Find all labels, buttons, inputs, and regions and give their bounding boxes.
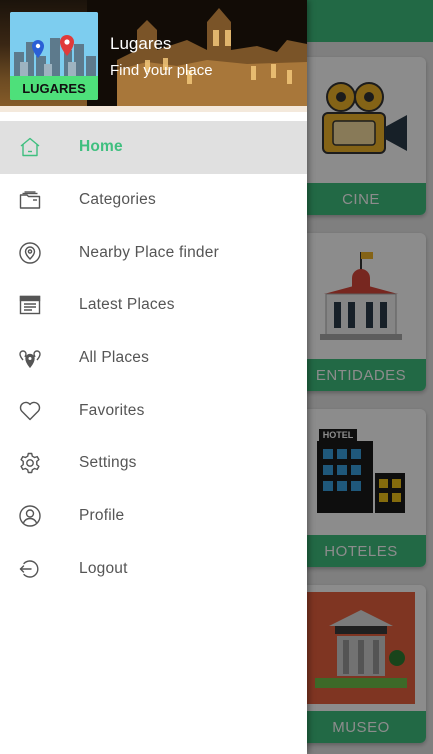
- menu-item-label: Nearby Place finder: [79, 243, 219, 261]
- app-name: Lugares: [110, 34, 172, 53]
- home-icon: [17, 134, 43, 160]
- drawer-header: LUGARES Lugares Find your place: [0, 0, 307, 112]
- menu-item-all-places[interactable]: All Places: [0, 332, 307, 385]
- menu-item-label: Latest Places: [79, 296, 175, 314]
- header-bottom-strip: [0, 106, 307, 112]
- location-pin-icon: [17, 240, 43, 266]
- drawer-menu: Home Categories Nearby Place finder Late…: [0, 121, 307, 595]
- menu-item-label: Settings: [79, 454, 137, 472]
- cathedral-night-image: [87, 0, 307, 112]
- menu-item-label: Profile: [79, 507, 125, 525]
- user-circle-icon: [17, 503, 43, 529]
- app-logo: LUGARES: [10, 12, 98, 100]
- folders-icon: [17, 187, 43, 213]
- menu-item-categories[interactable]: Categories: [0, 174, 307, 227]
- menu-item-label: All Places: [79, 349, 150, 367]
- logout-icon: [17, 556, 43, 582]
- calendar-icon: [17, 292, 43, 318]
- menu-item-label: Categories: [79, 191, 156, 209]
- gear-icon: [17, 450, 43, 476]
- navigation-drawer: LUGARES Lugares Find your place Home Cat…: [0, 0, 307, 754]
- menu-item-label: Home: [79, 138, 123, 156]
- app-tagline: Find your place: [110, 62, 213, 79]
- menu-item-label: Logout: [79, 559, 128, 577]
- menu-item-profile[interactable]: Profile: [0, 490, 307, 543]
- heart-icon: [17, 398, 43, 424]
- logo-label: LUGARES: [10, 76, 98, 100]
- multi-pin-icon: [17, 345, 43, 371]
- app-root: CINE ENTIDADES HOTEL HOTELES MUSEO LUGAR…: [0, 0, 433, 754]
- menu-item-home[interactable]: Home: [0, 121, 307, 174]
- menu-item-nearby-place-finder[interactable]: Nearby Place finder: [0, 226, 307, 279]
- menu-item-logout[interactable]: Logout: [0, 543, 307, 596]
- menu-item-label: Favorites: [79, 401, 145, 419]
- menu-item-latest-places[interactable]: Latest Places: [0, 279, 307, 332]
- menu-item-settings[interactable]: Settings: [0, 437, 307, 490]
- menu-item-favorites[interactable]: Favorites: [0, 384, 307, 437]
